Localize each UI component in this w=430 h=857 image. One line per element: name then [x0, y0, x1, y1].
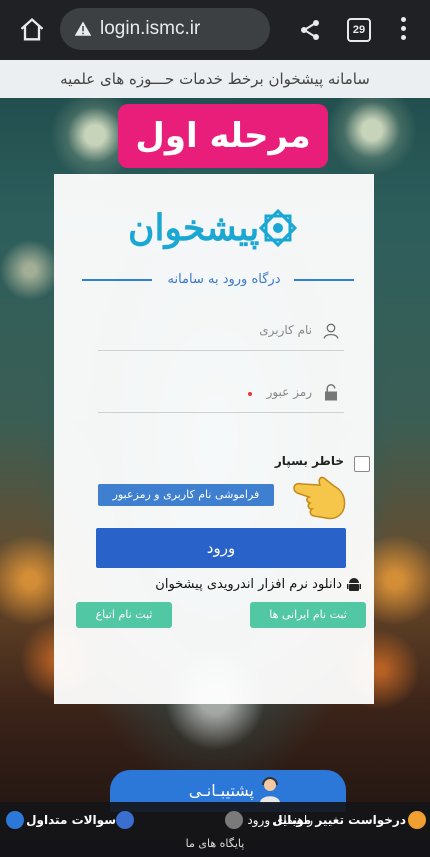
- android-download-label: دانلود نرم افزار اندرویدی پیشخوان: [155, 577, 342, 592]
- home-icon[interactable]: [18, 16, 46, 44]
- divider: [294, 279, 354, 281]
- user-icon: [323, 323, 339, 339]
- forgot-credentials-button[interactable]: فراموشی نام کاربری و رمزعبور: [98, 484, 274, 506]
- register-iranian-button[interactable]: ثبت نام ایرانی ها: [250, 602, 366, 628]
- username-placeholder: نام کاربری: [259, 323, 312, 337]
- step-badge: مرحله اول: [118, 104, 328, 168]
- logo-emblem-icon: [258, 208, 298, 248]
- android-icon: [347, 578, 361, 591]
- warning-icon[interactable]: [74, 20, 92, 38]
- login-guide-link[interactable]: راهنمای ورود: [185, 808, 313, 832]
- faq-link[interactable]: سوالات متداول: [4, 808, 184, 832]
- globe-icon: [6, 811, 24, 829]
- portal-title-text: درگاه ورود به سامانه: [167, 272, 281, 287]
- user-icon: [408, 811, 426, 829]
- login-button[interactable]: ورود: [96, 528, 346, 568]
- site-title: سامانه پیشخوان برخط خدمات حـــوزه های عل…: [0, 60, 430, 98]
- portal-title: درگاه ورود به سامانه: [54, 268, 374, 292]
- share-icon[interactable]: [298, 18, 322, 42]
- remember-label: خاطر بسپار: [274, 454, 344, 468]
- page-content: سامانه پیشخوان برخط خدمات حـــوزه های عل…: [0, 60, 430, 857]
- support-agent-icon: [260, 777, 280, 803]
- browser-toolbar: login.ismc.ir 29: [0, 0, 430, 60]
- lock-icon: [325, 384, 337, 401]
- pointing-hand-icon: [293, 476, 346, 520]
- remember-checkbox[interactable]: [354, 456, 370, 472]
- login-card: پیشخوان درگاه ورود به سامانه نام کاربری …: [54, 174, 374, 704]
- url-text: login.ismc.ir: [100, 18, 201, 39]
- site-logo: پیشخوان: [54, 194, 374, 254]
- divider: [82, 279, 152, 281]
- change-mobile-link[interactable]: درخواست تغییر موبایل: [272, 808, 428, 832]
- required-marker: [248, 392, 252, 396]
- android-download-link[interactable]: دانلود نرم افزار اندرویدی پیشخوان: [84, 574, 361, 596]
- footer-bar: درخواست تغییر موبایل راهنمای ورود سوالات…: [0, 802, 430, 857]
- more-menu-icon[interactable]: [399, 17, 407, 43]
- password-placeholder: رمز عبور: [266, 385, 312, 399]
- url-bar[interactable]: login.ismc.ir: [60, 8, 270, 50]
- info-icon: [225, 811, 243, 829]
- our-sites-link[interactable]: پایگاه های ما: [0, 834, 430, 854]
- register-foreign-button[interactable]: ثبت نام اتباع: [76, 602, 172, 628]
- hammer-icon: [116, 811, 134, 829]
- password-field[interactable]: رمز عبور: [98, 376, 344, 413]
- username-field[interactable]: نام کاربری: [98, 314, 344, 351]
- tab-switcher-button[interactable]: 29: [347, 18, 371, 42]
- logo-text: پیشخوان: [128, 207, 260, 249]
